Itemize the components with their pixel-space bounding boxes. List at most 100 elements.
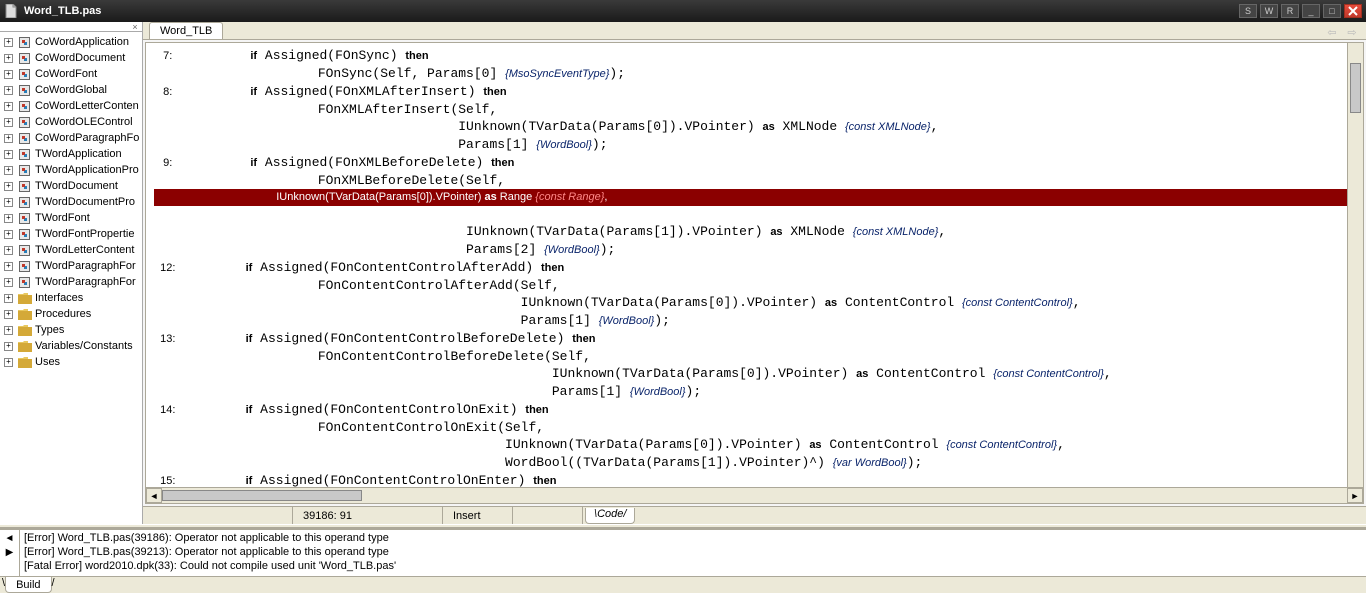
tree-item-cowordglobal[interactable]: + CoWordGlobal: [0, 82, 142, 98]
maximize-button[interactable]: □: [1323, 4, 1341, 18]
tree-label: CoWordApplication: [35, 36, 129, 48]
tree-item-cowordfont[interactable]: +CoWordFont: [0, 66, 142, 82]
tree-item-uses[interactable]: + Uses: [0, 354, 142, 370]
expand-icon[interactable]: +: [4, 294, 13, 303]
tree-item-twordlettercontent[interactable]: +TWordLetterContent: [0, 242, 142, 258]
class-icon: [17, 67, 32, 81]
expand-icon[interactable]: +: [4, 38, 13, 47]
folder-icon: [17, 339, 32, 353]
expand-icon[interactable]: +: [4, 262, 13, 271]
expand-icon[interactable]: +: [4, 342, 13, 351]
tree-label: Procedures: [35, 308, 91, 320]
class-icon: [17, 99, 32, 113]
panel-close-icon[interactable]: ×: [130, 23, 140, 31]
build-tab[interactable]: Build: [5, 577, 51, 593]
expand-icon[interactable]: +: [4, 102, 13, 111]
close-button[interactable]: [1344, 4, 1362, 18]
status-bar: 39186: 91 Insert \Code/: [143, 506, 1366, 524]
tree-label: TWordFontPropertie: [35, 228, 134, 240]
folder-icon: [17, 323, 32, 337]
tree-label: Variables/Constants: [35, 340, 133, 352]
tree-label: TWordFont: [35, 212, 90, 224]
status-spacer: [143, 507, 293, 524]
view-code-tab[interactable]: \Code/: [585, 508, 635, 524]
tree-label: TWordDocument: [35, 180, 118, 192]
class-icon: [17, 115, 32, 129]
message-list[interactable]: [Error] Word_TLB.pas(39186): Operator no…: [20, 530, 1366, 576]
horizontal-scrollbar[interactable]: ◄ ►: [146, 487, 1363, 503]
tree-item-types[interactable]: + Types: [0, 322, 142, 338]
tree-label: TWordParagraphFor: [35, 276, 136, 288]
class-tree[interactable]: +CoWordApplication+CoWordDocument+CoWord…: [0, 32, 142, 524]
expand-icon[interactable]: +: [4, 230, 13, 239]
tree-item-cowordolecontrol[interactable]: + CoWordOLEControl: [0, 114, 142, 130]
titlebar: Word_TLB.pas S W R _ □: [0, 0, 1366, 22]
scroll-right-icon[interactable]: ►: [1347, 488, 1363, 503]
tree-item-cowordapplication[interactable]: + CoWordApplication: [0, 34, 142, 50]
class-icon: [17, 131, 32, 145]
tree-item-procedures[interactable]: + Procedures: [0, 306, 142, 322]
expand-icon[interactable]: +: [4, 86, 13, 95]
minimize-button[interactable]: _: [1302, 4, 1320, 18]
tree-label: CoWordOLEControl: [35, 116, 133, 128]
class-icon: [17, 259, 32, 273]
tree-label: TWordApplication: [35, 148, 122, 160]
expand-icon[interactable]: +: [4, 198, 13, 207]
expand-icon[interactable]: +: [4, 166, 13, 175]
expand-icon[interactable]: +: [4, 246, 13, 255]
class-icon: [17, 211, 32, 225]
tree-label: Interfaces: [35, 292, 83, 304]
message-line[interactable]: [Fatal Error] word2010.dpk(33): Could no…: [24, 560, 1362, 574]
code-explorer-panel: × +CoWordApplication+CoWordDocument+CoWo…: [0, 22, 143, 524]
message-line[interactable]: [Error] Word_TLB.pas(39186): Operator no…: [24, 532, 1362, 546]
tab-word-tlb[interactable]: Word_TLB: [149, 22, 223, 39]
tree-item-twordparagraphfor[interactable]: + TWordParagraphFor: [0, 258, 142, 274]
expand-icon[interactable]: +: [4, 310, 13, 319]
expand-icon[interactable]: +: [4, 70, 13, 79]
tree-label: TWordDocumentPro: [35, 196, 135, 208]
expand-icon[interactable]: +: [4, 214, 13, 223]
w-button[interactable]: W: [1260, 4, 1278, 18]
expand-icon[interactable]: +: [4, 150, 13, 159]
tree-item-twordapplicationpro[interactable]: + TWordApplicationPro: [0, 162, 142, 178]
tree-item-interfaces[interactable]: + Interfaces: [0, 290, 142, 306]
nav-fwd-icon[interactable]: ⇨: [1344, 25, 1360, 39]
s-button[interactable]: S: [1239, 4, 1257, 18]
class-icon: [17, 35, 32, 49]
expand-icon[interactable]: +: [4, 278, 13, 287]
tree-item-twordfont[interactable]: + TWordFont: [0, 210, 142, 226]
tree-item-variables-constants[interactable]: + Variables/Constants: [0, 338, 142, 354]
expand-icon[interactable]: +: [4, 54, 13, 63]
expand-icon[interactable]: +: [4, 182, 13, 191]
messages-panel: ◄ ▶ [Error] Word_TLB.pas(39186): Operato…: [0, 528, 1366, 592]
tree-item-twordfontpropertie[interactable]: + TWordFontPropertie: [0, 226, 142, 242]
tree-item-twordapplication[interactable]: + TWordApplication: [0, 146, 142, 162]
tree-item-tworddocumentpro[interactable]: + TWordDocumentPro: [0, 194, 142, 210]
tree-item-tworddocument[interactable]: + TWordDocument: [0, 178, 142, 194]
expand-icon[interactable]: +: [4, 118, 13, 127]
tree-label: CoWordGlobal: [35, 84, 107, 96]
tree-item-cowordparagraphfo[interactable]: +CoWordParagraphFo: [0, 130, 142, 146]
class-icon: [17, 227, 32, 241]
expand-icon[interactable]: +: [4, 358, 13, 367]
tree-item-twordparagraphfor[interactable]: + TWordParagraphFor: [0, 274, 142, 290]
msg-play-icon[interactable]: ▶: [4, 546, 16, 558]
nav-back-icon[interactable]: ⇦: [1324, 25, 1340, 39]
expand-icon[interactable]: +: [4, 326, 13, 335]
r-button[interactable]: R: [1281, 4, 1299, 18]
class-icon: [17, 243, 32, 257]
tree-label: TWordParagraphFor: [35, 260, 136, 272]
tree-label: Types: [35, 324, 64, 336]
class-icon: [17, 51, 32, 65]
tree-label: Uses: [35, 356, 60, 368]
expand-icon[interactable]: +: [4, 134, 13, 143]
tree-item-cowordletterconten[interactable]: +CoWordLetterConten: [0, 98, 142, 114]
vertical-scrollbar[interactable]: [1347, 43, 1363, 487]
code-editor[interactable]: 7: if Assigned(FOnSync) then FOnSync(Sel…: [146, 43, 1363, 487]
tree-label: TWordApplicationPro: [35, 164, 139, 176]
folder-icon: [17, 291, 32, 305]
scroll-left-icon[interactable]: ◄: [146, 488, 162, 503]
tree-item-coworddocument[interactable]: +CoWordDocument: [0, 50, 142, 66]
message-line[interactable]: [Error] Word_TLB.pas(39213): Operator no…: [24, 546, 1362, 560]
msg-collapse-icon[interactable]: ◄: [4, 532, 16, 544]
